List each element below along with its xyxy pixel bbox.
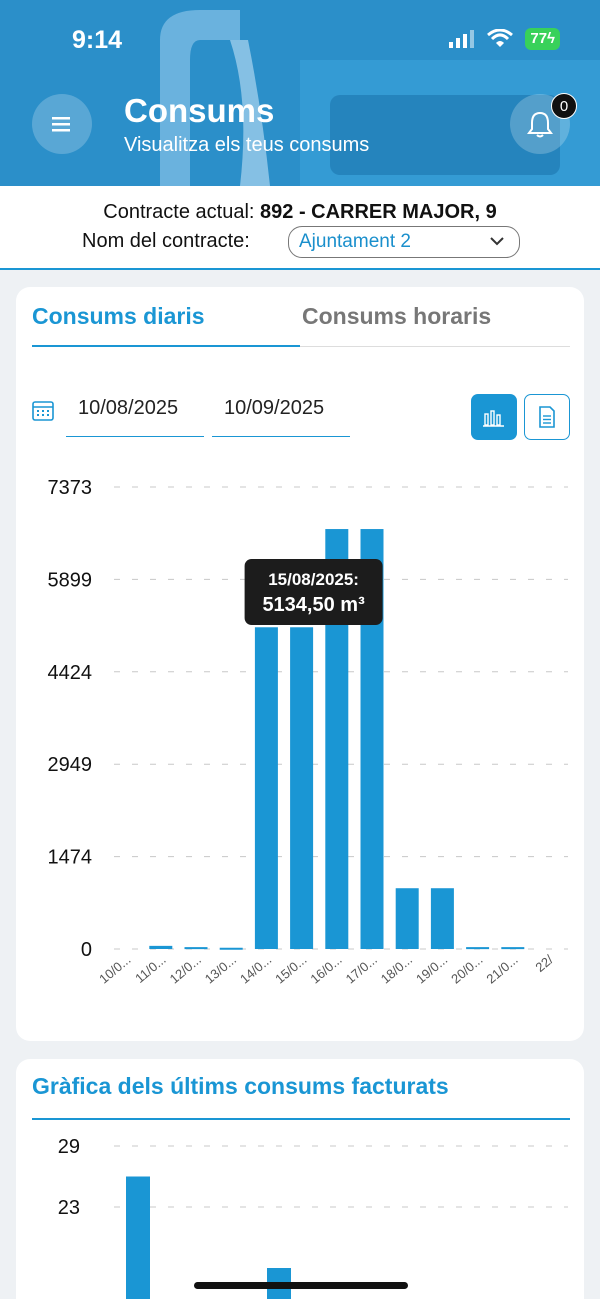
page-subtitle: Visualitza els teus consums [124,134,370,156]
bar [126,1176,150,1299]
bar [501,947,525,950]
billing-consumption-chart: 23 29 [58,1136,568,1299]
status-icons: 77ϟ [449,28,560,50]
x-tick-label: 13/0... [202,952,239,987]
y-tick-label: 7373 [48,477,93,499]
y-tick-label: 2949 [48,754,93,776]
bar [290,627,314,949]
bar [149,945,173,949]
x-tick-label: 19/0... [413,952,450,987]
x-tick-label: 17/0... [343,952,380,987]
tooltip-value: 5134,50 m³ [262,594,365,616]
table-view-button[interactable] [524,394,570,440]
bar [395,888,419,949]
current-contract: Contracte actual: 892 - CARRER MAJOR, 9 [0,201,600,224]
chart-view-button[interactable] [471,394,517,440]
date-to-input[interactable]: 10/09/2025 [212,395,350,437]
x-tick-label: 21/0... [483,952,520,987]
contract-name-label: Nom del contracte: [82,230,250,252]
y-tick-label: 23 [58,1197,80,1219]
current-contract-value: 892 - CARRER MAJOR, 9 [260,201,497,223]
active-tab-indicator [32,345,300,347]
current-contract-label: Contracte actual: [103,201,255,223]
page-title: Consums [124,92,275,129]
x-tick-label: 18/0... [378,952,415,987]
home-indicator [194,1282,408,1289]
y-tick-label: 1474 [48,847,93,869]
tab-hourly-consumption[interactable]: Consums horaris [302,303,491,330]
tooltip-date: 15/08/2025: [268,570,359,589]
y-tick-label: 4424 [48,662,93,684]
x-tick-label: 11/0... [132,952,169,986]
x-tick-label: 20/0... [448,952,485,987]
charging-bolt-icon: ϟ [547,30,555,47]
status-time: 9:14 [72,26,123,54]
bar-chart-icon [483,410,504,427]
y-tick-label: 5899 [48,569,93,591]
x-tick-label: 16/0... [307,952,344,987]
contract-name-value: Ajuntament 2 [299,231,411,252]
bar [430,888,454,949]
date-from-input[interactable]: 10/08/2025 [66,395,204,437]
menu-button[interactable] [32,94,92,154]
battery-indicator: 77ϟ [525,28,560,50]
billing-chart-title: Gràfica dels últims consums facturats [32,1073,449,1099]
bar [254,627,278,949]
notifications-badge: 0 [551,93,577,119]
cellular-signal-icon [449,30,475,48]
x-tick-label: 22/ [532,952,556,975]
battery-level: 77 [530,30,548,47]
y-tick-label: 29 [58,1136,80,1158]
bar [219,947,243,950]
billing-consumption-card: Gràfica dels últims consums facturats 23… [16,1059,584,1299]
wifi-icon [487,29,514,47]
daily-consumption-card: Consums diaris Consums horaris 10/08/202… [16,287,584,1041]
daily-consumption-chart: 0 1474 2949 4424 5899 7373 10/0...11/0...12/0.… [48,477,568,987]
bar [466,947,490,950]
bell-icon [527,111,553,138]
x-tick-label: 12/0... [167,952,204,987]
hamburger-icon [52,117,70,132]
contract-name-select[interactable]: Ajuntament 2 [288,226,520,258]
chevron-down-icon [490,237,504,246]
x-tick-label: 14/0... [237,952,274,987]
x-tick-label: 10/0... [96,952,133,987]
calendar-icon[interactable] [32,399,54,421]
bar [184,947,208,950]
tab-daily-consumption[interactable]: Consums diaris [32,303,205,330]
document-icon [539,406,555,428]
contract-bar: Contracte actual: 892 - CARRER MAJOR, 9 … [0,186,600,270]
header: 9:14 77ϟ Consums Visualitza els teus con… [0,0,600,186]
y-tick-label: 0 [81,939,92,961]
x-tick-label: 15/0... [272,952,309,987]
